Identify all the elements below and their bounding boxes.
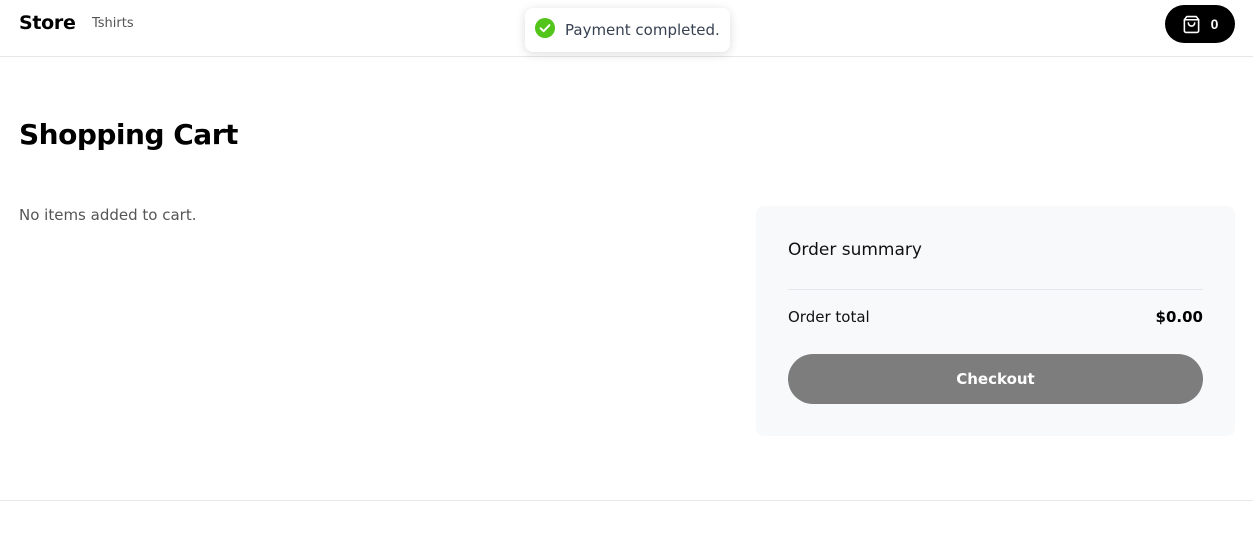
order-total-value: $0.00 [1155, 308, 1203, 326]
shopping-bag-icon [1182, 15, 1201, 34]
order-total-label: Order total [788, 308, 870, 326]
check-circle-icon [535, 18, 555, 42]
order-summary-panel: Order summary Order total $0.00 Checkout [756, 206, 1235, 436]
cart-button[interactable]: 0 [1165, 5, 1235, 43]
brand-logo-link[interactable]: Store [19, 12, 76, 34]
footer-divider [0, 500, 1253, 501]
summary-divider [788, 289, 1203, 290]
empty-cart-message: No items added to cart. [19, 206, 197, 224]
toast-message: Payment completed. [565, 21, 720, 39]
order-summary-title: Order summary [788, 240, 922, 260]
cart-count: 0 [1210, 16, 1219, 32]
page-title: Shopping Cart [19, 118, 238, 151]
nav-link-tshirts[interactable]: Tshirts [92, 16, 134, 31]
checkout-button[interactable]: Checkout [788, 354, 1203, 404]
payment-toast: Payment completed. [525, 8, 730, 52]
